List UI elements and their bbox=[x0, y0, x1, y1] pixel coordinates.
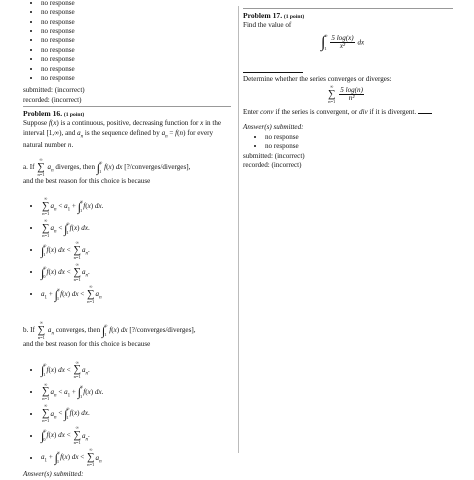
part-a-reason: and the best reason for this choice is b… bbox=[23, 177, 151, 186]
question-text: converges, then bbox=[55, 326, 101, 335]
div-keyword: div bbox=[358, 108, 368, 117]
enter-instructions: Enter conv if the series is convergent, … bbox=[243, 107, 453, 117]
sum-symbol: ∞ ∑ n=1 bbox=[37, 157, 45, 177]
option-b4[interactable]: ∫∞0f(x) dx < ∞∑n=1an. bbox=[41, 426, 231, 445]
list-item: no response bbox=[41, 74, 231, 83]
list-item: no response bbox=[41, 27, 231, 36]
problem-16-heading: Problem 16. (1 point) bbox=[23, 109, 231, 119]
question-text: diverges, then bbox=[55, 163, 96, 172]
section-divider bbox=[243, 8, 453, 9]
option-a3[interactable]: ∫∞1f(x) dx < ∞∑n=1an. bbox=[41, 241, 231, 260]
column-divider bbox=[238, 6, 239, 453]
instruction-text: if it is divergent. bbox=[369, 108, 417, 117]
problem-16-intro: Suppose f(x) is a continuous, positive, … bbox=[23, 119, 222, 149]
part-b-question: b. If ∞ ∑ n=1 an converges, then ∫ ∞ 1 f(x) … bbox=[23, 320, 196, 340]
part-label: a. bbox=[23, 163, 28, 172]
choice-dropdown[interactable]: [?/converges/diverges], bbox=[124, 163, 190, 171]
section-divider bbox=[23, 105, 231, 107]
integral-expression: ∫ ∞ 1 5 log(x) x² dx bbox=[321, 32, 365, 52]
part-label: b. bbox=[23, 326, 29, 335]
part-a-question: a. If ∞ ∑ n=1 an diverges, then ∫ ∞ 1 f(x) d… bbox=[23, 157, 191, 177]
list-item: no response bbox=[41, 0, 231, 8]
instruction-text: if the series is convergent, or bbox=[275, 108, 358, 117]
submitted-status: submitted: (incorrect) bbox=[243, 151, 305, 160]
no-response-list: no response no response bbox=[243, 133, 453, 152]
question-text: If bbox=[30, 326, 35, 335]
problem-points: (1 point) bbox=[283, 14, 305, 20]
problem-points: (1 point) bbox=[63, 111, 85, 118]
conv-keyword: conv bbox=[260, 108, 274, 117]
find-value-text: Find the value of bbox=[243, 21, 292, 30]
integrand-denominator: x² bbox=[339, 42, 346, 51]
question-text: If bbox=[29, 163, 35, 172]
instruction-text: Enter bbox=[243, 108, 259, 117]
sum-symbol: ∞ ∑ n=1 bbox=[37, 320, 46, 340]
problem-title: Problem 16. bbox=[23, 108, 63, 118]
option-a4[interactable]: ∫∞0f(x) dx < ∞∑n=1an. bbox=[41, 263, 231, 282]
list-item: no response bbox=[265, 142, 453, 151]
list-item: no response bbox=[41, 36, 231, 45]
part-b-options: ∫∞1f(x) dx < ∞∑n=1an. ∞∑n=1an < a1 + ∫∞1… bbox=[23, 360, 231, 468]
recorded-status: recorded: (incorrect) bbox=[23, 95, 82, 104]
problem-17-heading: Problem 17. (1 point) bbox=[243, 11, 453, 21]
part-b-reason: and the best reason for this choice is b… bbox=[23, 340, 151, 349]
part-a-options: ∞∑n=1an < a1 + ∫∞1f(x) dx. ∞∑n=1an < ∫∞1… bbox=[23, 197, 231, 304]
list-item: no response bbox=[265, 133, 453, 142]
list-item: no response bbox=[41, 18, 231, 27]
option-b2[interactable]: ∞∑n=1an < a1 + ∫∞1f(x) dx. bbox=[41, 382, 231, 402]
option-a5[interactable]: a1 + ∫∞1f(x) dx < ∞∑n=1an bbox=[41, 285, 231, 304]
problem-title: Problem 17. bbox=[243, 11, 283, 20]
option-a2[interactable]: ∞∑n=1an < ∫∞1f(x) dx. bbox=[41, 219, 231, 238]
list-item: no response bbox=[41, 46, 231, 55]
list-item: no response bbox=[41, 55, 231, 64]
option-b5[interactable]: a1 + ∫∞1f(x) dx < ∞∑n=1an bbox=[41, 448, 231, 467]
answers-submitted-label: Answer(s) submitted: bbox=[243, 123, 304, 132]
list-item: no response bbox=[41, 8, 231, 17]
no-response-list: no response no response no response no r… bbox=[23, 0, 231, 83]
integral-symbol: ∫ ∞ 1 bbox=[101, 322, 108, 338]
left-column: no response no response no response no r… bbox=[23, 0, 231, 480]
right-column: Problem 17. (1 point) Find the value of … bbox=[243, 0, 453, 170]
option-b3[interactable]: ∞∑n=1an < ∫∞1f(x) dx. bbox=[41, 404, 231, 423]
integral-symbol: ∫ ∞ 1 bbox=[96, 159, 103, 175]
choice-dropdown[interactable]: [?/converges/diverges], bbox=[129, 326, 195, 334]
option-b1[interactable]: ∫∞1f(x) dx < ∞∑n=1an. bbox=[41, 360, 231, 380]
list-item: no response bbox=[41, 65, 231, 74]
answers-submitted-label: Answer(s) submitted: bbox=[23, 470, 84, 479]
submitted-status: submitted: (incorrect) bbox=[23, 86, 85, 95]
recorded-status: recorded: (incorrect) bbox=[243, 160, 302, 169]
answer-input-2[interactable] bbox=[417, 107, 432, 115]
answer-input-1[interactable] bbox=[243, 66, 303, 73]
determine-text: Determine whether the series converges o… bbox=[243, 74, 392, 83]
series-denominator: n² bbox=[348, 94, 355, 103]
series-expression: ∞ ∑ n=1 5 log(n) n² bbox=[328, 84, 364, 104]
option-a1[interactable]: ∞∑n=1an < a1 + ∫∞1f(x) dx. bbox=[41, 197, 231, 216]
